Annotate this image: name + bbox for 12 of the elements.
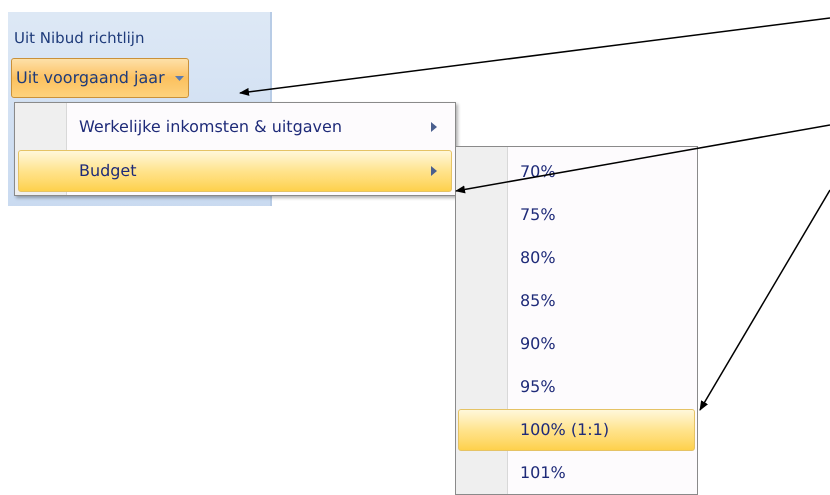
- submenu-item[interactable]: 101%: [458, 452, 695, 494]
- caret-icon: [174, 76, 184, 80]
- submenu-item[interactable]: 100% (1:1): [458, 409, 695, 451]
- submenu-item[interactable]: 90%: [458, 323, 695, 365]
- submenu-item[interactable]: 85%: [458, 280, 695, 322]
- submenu-item[interactable]: 95%: [458, 366, 695, 408]
- submenu-item[interactable]: 75%: [458, 194, 695, 236]
- menu-item[interactable]: Budget: [18, 150, 452, 192]
- ribbon-label: Uit Nibud richtlijn: [14, 28, 144, 49]
- dropdown-button[interactable]: Uit voorgaand jaar: [11, 58, 189, 98]
- menu-item[interactable]: Werkelijke inkomsten & uitgaven: [18, 106, 452, 148]
- submenu-item[interactable]: 80%: [458, 237, 695, 279]
